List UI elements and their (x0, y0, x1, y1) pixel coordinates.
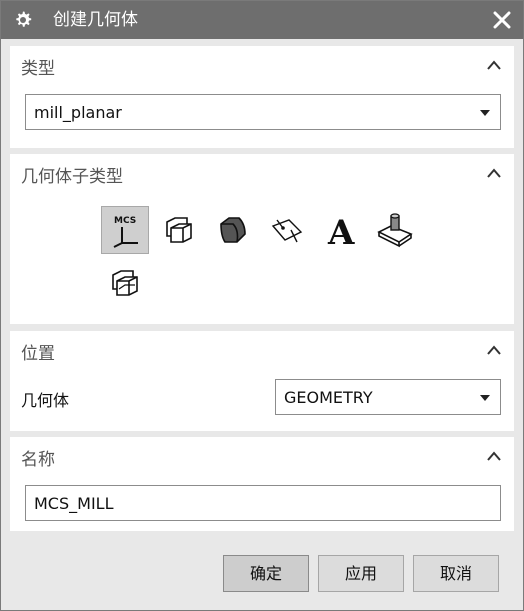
mill-area-icon (271, 219, 303, 243)
location-section-title: 位置 (21, 344, 55, 364)
mcs-icon-label: MCS (114, 216, 136, 226)
type-select[interactable]: mill_planar (25, 94, 501, 130)
title-bar[interactable]: 创建几何体 (1, 1, 523, 39)
mill-boundary-icon (220, 217, 246, 243)
mcs-subtype-button[interactable]: MCS (101, 206, 149, 254)
mill-geom-icon (377, 213, 413, 248)
window-title: 创建几何体 (53, 10, 138, 30)
mill-text-subtype-button[interactable]: A (317, 206, 365, 254)
chevron-down-icon (480, 395, 490, 401)
ok-button[interactable]: 确定 (223, 555, 309, 592)
apply-button[interactable]: 应用 (318, 555, 404, 592)
type-section-header[interactable]: 类型 (10, 46, 514, 84)
mill-bnd-subtype-button[interactable] (101, 261, 149, 309)
create-geometry-dialog: 创建几何体 类型 mill_planar 几何体子类型 MCS A 位置 几何体… (0, 0, 524, 611)
mill-area-subtype-button[interactable] (263, 206, 311, 254)
location-section-header[interactable]: 位置 (10, 331, 514, 369)
chevron-up-icon[interactable] (486, 450, 502, 462)
geometry-select[interactable]: GEOMETRY (275, 379, 501, 415)
subtype-section-header[interactable]: 几何体子类型 (10, 154, 514, 192)
type-section: 类型 mill_planar (10, 46, 514, 148)
mill-text-icon-label: A (327, 213, 355, 248)
close-icon[interactable] (491, 9, 513, 31)
chevron-down-icon (480, 110, 490, 116)
name-section: 名称 MCS_MILL (10, 437, 514, 531)
cancel-button[interactable]: 取消 (413, 555, 499, 592)
mill-text-icon: A (327, 213, 355, 248)
type-select-value: mill_planar (34, 103, 122, 122)
mcs-icon: MCS (113, 216, 138, 248)
name-input[interactable]: MCS_MILL (25, 485, 501, 521)
mill-boundary-subtype-button[interactable] (209, 206, 257, 254)
name-section-title: 名称 (21, 450, 55, 470)
mill-bnd-icon (112, 270, 138, 296)
chevron-up-icon[interactable] (486, 344, 502, 356)
chevron-up-icon[interactable] (486, 167, 502, 179)
mill-geom-subtype-button[interactable] (371, 206, 419, 254)
subtype-section-title: 几何体子类型 (21, 167, 123, 187)
gear-icon (16, 11, 32, 27)
geometry-select-value: GEOMETRY (284, 388, 373, 407)
location-section: 位置 几何体 GEOMETRY (10, 331, 514, 431)
subtype-section: 几何体子类型 MCS A (10, 154, 514, 324)
type-section-title: 类型 (21, 59, 55, 79)
workpiece-subtype-button[interactable] (155, 206, 203, 254)
geometry-label: 几何体 (21, 391, 70, 410)
workpiece-icon (166, 217, 192, 243)
chevron-up-icon[interactable] (486, 59, 502, 71)
name-section-header[interactable]: 名称 (10, 437, 514, 475)
